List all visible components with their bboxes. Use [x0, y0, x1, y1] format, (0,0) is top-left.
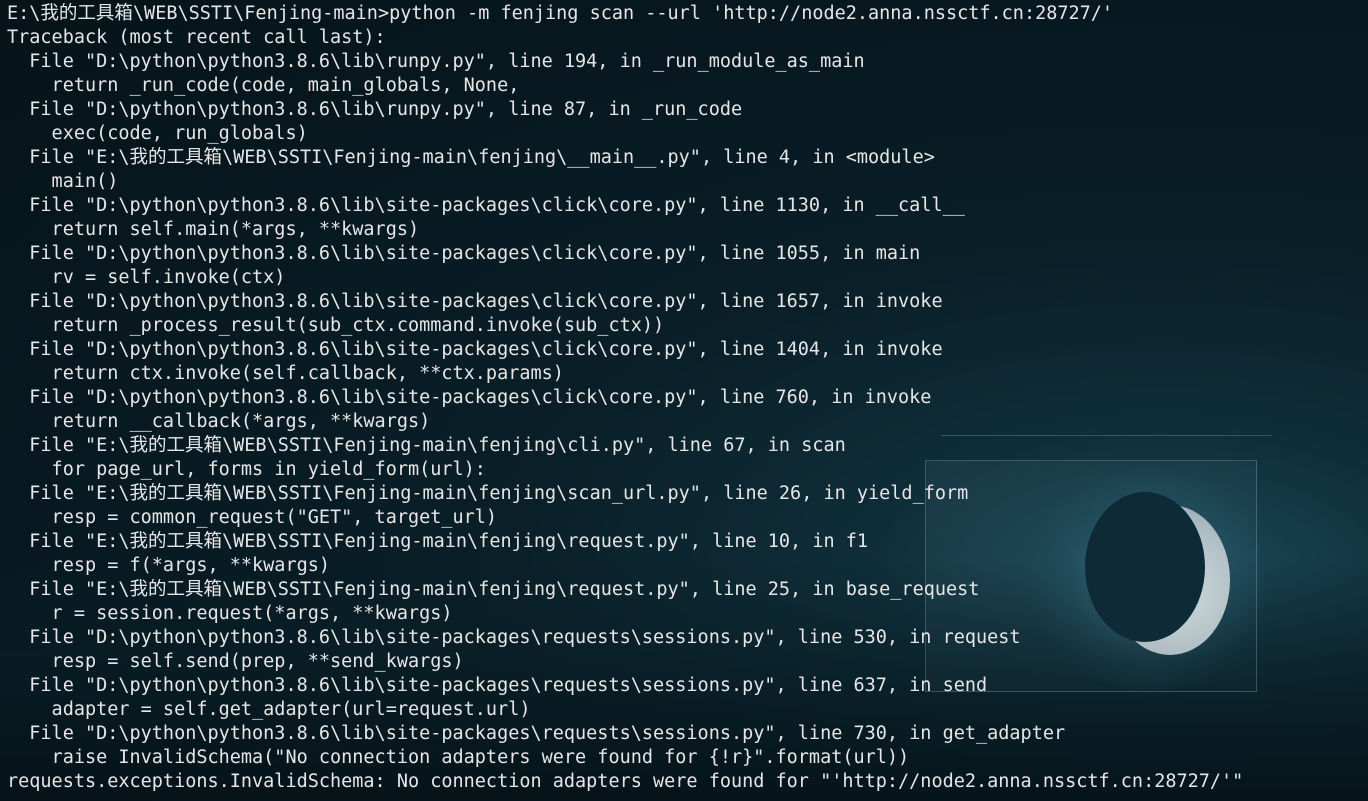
- traceback-line: for page_url, forms in yield_form(url):: [7, 459, 486, 480]
- traceback-line: File "D:\python\python3.8.6\lib\site-pac…: [7, 195, 965, 216]
- traceback-line: rv = self.invoke(ctx): [7, 267, 286, 288]
- traceback-line: File "E:\我的工具箱\WEB\SSTI\Fenjing-main\fen…: [7, 579, 980, 600]
- traceback-line: File "D:\python\python3.8.6\lib\site-pac…: [7, 627, 1021, 648]
- traceback-line: adapter = self.get_adapter(url=request.u…: [7, 699, 531, 720]
- traceback-line: File "E:\我的工具箱\WEB\SSTI\Fenjing-main\fen…: [7, 483, 969, 504]
- traceback-line: File "E:\我的工具箱\WEB\SSTI\Fenjing-main\fen…: [7, 531, 869, 552]
- traceback-line: resp = f(*args, **kwargs): [7, 555, 331, 576]
- traceback-header: Traceback (most recent call last):: [7, 27, 386, 48]
- traceback-line: return ctx.invoke(self.callback, **ctx.p…: [7, 363, 564, 384]
- traceback-line: return _process_result(sub_ctx.command.i…: [7, 315, 665, 336]
- traceback-line: return _run_code(code, main_globals, Non…: [7, 75, 520, 96]
- traceback-line: File "E:\我的工具箱\WEB\SSTI\Fenjing-main\fen…: [7, 147, 935, 168]
- traceback-line: raise InvalidSchema("No connection adapt…: [7, 747, 910, 768]
- traceback-line: resp = common_request("GET", target_url): [7, 507, 498, 528]
- traceback-line: resp = self.send(prep, **send_kwargs): [7, 651, 464, 672]
- traceback-line: File "D:\python\python3.8.6\lib\site-pac…: [7, 387, 932, 408]
- traceback-line: return self.main(*args, **kwargs): [7, 219, 420, 240]
- traceback-line: r = session.request(*args, **kwargs): [7, 603, 453, 624]
- traceback-line: File "E:\我的工具箱\WEB\SSTI\Fenjing-main\fen…: [7, 435, 846, 456]
- terminal-output[interactable]: E:\我的工具箱\WEB\SSTI\Fenjing-main>python -m…: [0, 0, 1368, 801]
- command-prompt-line[interactable]: E:\我的工具箱\WEB\SSTI\Fenjing-main>python -m…: [7, 2, 1368, 26]
- traceback-line: File "D:\python\python3.8.6\lib\runpy.py…: [7, 99, 743, 120]
- traceback-line: File "D:\python\python3.8.6\lib\site-pac…: [7, 291, 943, 312]
- traceback-line: main(): [7, 171, 119, 192]
- traceback-line: File "D:\python\python3.8.6\lib\site-pac…: [7, 243, 921, 264]
- traceback-line: exec(code, run_globals): [7, 123, 308, 144]
- traceback-line: File "D:\python\python3.8.6\lib\site-pac…: [7, 675, 988, 696]
- traceback-line: return __callback(*args, **kwargs): [7, 411, 431, 432]
- traceback-line: File "D:\python\python3.8.6\lib\site-pac…: [7, 723, 1066, 744]
- exception-message: requests.exceptions.InvalidSchema: No co…: [7, 771, 1244, 792]
- traceback-line: File "D:\python\python3.8.6\lib\site-pac…: [7, 339, 943, 360]
- traceback-line: File "D:\python\python3.8.6\lib\runpy.py…: [7, 51, 865, 72]
